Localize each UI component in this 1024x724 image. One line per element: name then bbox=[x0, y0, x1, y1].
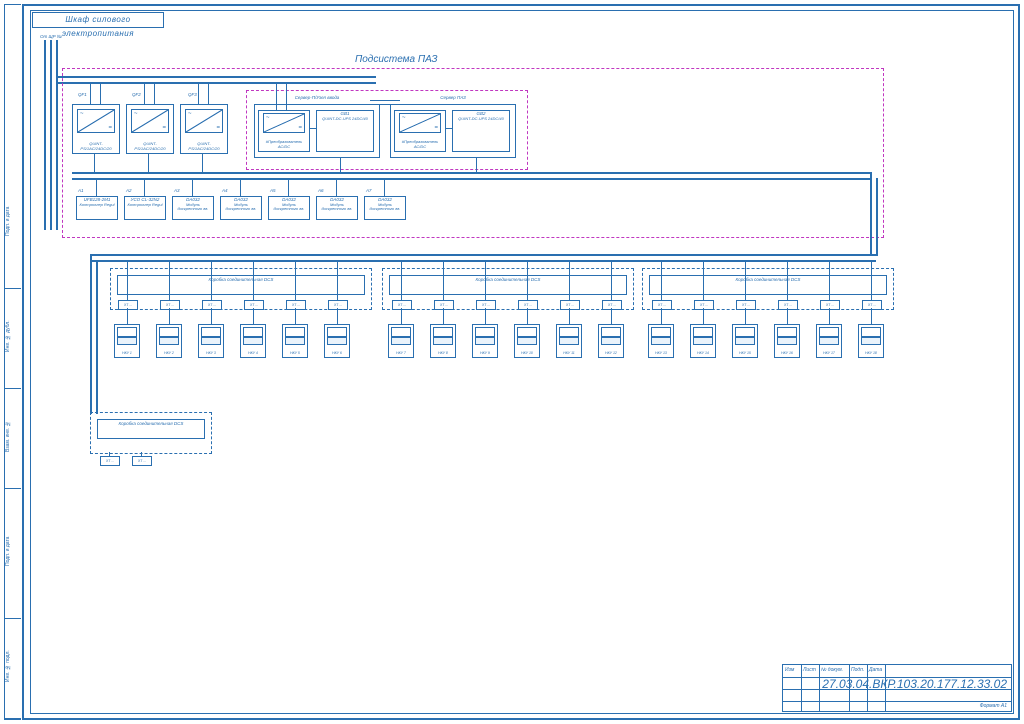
terminal-xt14: XT… bbox=[694, 300, 714, 310]
busbar-l2 bbox=[50, 40, 52, 230]
drive-m2: НКУ 2 bbox=[156, 324, 182, 358]
drive-m1: НКУ 1 bbox=[114, 324, 140, 358]
converter-g1: ~= QUINT-PS/1AC/24DC/20 bbox=[72, 104, 120, 154]
battery-gb1: GB1 QUINT-DC-UPS 24DC/40 bbox=[316, 110, 374, 152]
drive-m13: НКУ 13 bbox=[648, 324, 674, 358]
breaker-qf1: QF1 bbox=[78, 92, 87, 97]
io-module-a2: УСО CL-32N2Контроллер Regul bbox=[124, 196, 166, 220]
busbar-l3 bbox=[56, 40, 58, 230]
title-block: 27.03.04.ВКР.103.20.177.12.33.02 Изм Лис… bbox=[782, 664, 1012, 712]
subsystem-paz-label: Подсистема ПАЗ bbox=[355, 54, 438, 65]
drive-m18: НКУ 18 bbox=[858, 324, 884, 358]
terminal-xt7: XT… bbox=[392, 300, 412, 310]
converter-g2: ~= QUINT-PS/1AC/24DC/20 bbox=[126, 104, 174, 154]
tab-sign-date-2: Подп. и дата bbox=[5, 154, 21, 289]
terminal-xt17: XT… bbox=[820, 300, 840, 310]
drive-m14: НКУ 14 bbox=[690, 324, 716, 358]
terminal-xt11: XT… bbox=[560, 300, 580, 310]
tab-sign-date-1: Подп. и дата bbox=[5, 484, 21, 619]
converter-g4: ~= #Преобразователь АС/DC bbox=[258, 110, 310, 152]
terminal-xt20: XT… bbox=[132, 456, 152, 466]
junction-box-3: Коробка соединительная DCS bbox=[642, 268, 894, 310]
left-margin-tabs: Инв. № подл. Подп. и дата Взам. инв. № И… bbox=[4, 4, 21, 720]
drawing-sheet: Инв. № подл. Подп. и дата Взам. инв. № И… bbox=[0, 0, 1024, 724]
tab-inv-podl: Инв. № подл. bbox=[5, 614, 21, 719]
converter-g5: ~= #Преобразователь АС/DC bbox=[394, 110, 446, 152]
io-module-a7: DA032Модуль дискретного вв. bbox=[364, 196, 406, 220]
field-bus-b bbox=[90, 260, 876, 262]
drive-m9: НКУ 9 bbox=[472, 324, 498, 358]
terminal-xt2: XT… bbox=[160, 300, 180, 310]
drive-m4: НКУ 4 bbox=[240, 324, 266, 358]
panel-title: Шкаф силового электропитания bbox=[32, 12, 164, 28]
drive-m16: НКУ 16 bbox=[774, 324, 800, 358]
terminal-xt3: XT… bbox=[202, 300, 222, 310]
terminal-xt9: XT… bbox=[476, 300, 496, 310]
io-module-a4: DA032Модуль дискретного вв. bbox=[220, 196, 262, 220]
terminal-xt4: XT… bbox=[244, 300, 264, 310]
junction-box-2: Коробка соединительная DCS bbox=[382, 268, 634, 310]
converter-g3: ~= QUINT-PS/1AC/24DC/20 bbox=[180, 104, 228, 154]
drive-m7: НКУ 7 bbox=[388, 324, 414, 358]
io-module-a6: DA032Модуль дискретного вв. bbox=[316, 196, 358, 220]
terminal-xt18: XT… bbox=[862, 300, 882, 310]
input-feed-label: От ЩР № bbox=[40, 34, 62, 39]
tab-vzam: Взам. инв. № bbox=[5, 384, 21, 489]
busbar-l1 bbox=[44, 40, 46, 230]
breaker-qf3: QF3 bbox=[188, 92, 197, 97]
breaker-qf2: QF2 bbox=[132, 92, 141, 97]
drive-m17: НКУ 17 bbox=[816, 324, 842, 358]
terminal-xt15: XT… bbox=[736, 300, 756, 310]
drive-m12: НКУ 12 bbox=[598, 324, 624, 358]
tab-inv-dubl: Инв. № дубл. bbox=[5, 284, 21, 389]
terminal-xt12: XT… bbox=[602, 300, 622, 310]
format-note: Формат А1 bbox=[980, 703, 1007, 709]
drive-m11: НКУ 11 bbox=[556, 324, 582, 358]
io-module-a3: DA032Модуль дискретного вв. bbox=[172, 196, 214, 220]
io-module-a5: DA032Модуль дискретного вв. bbox=[268, 196, 310, 220]
dc-bus-a bbox=[72, 172, 872, 174]
drive-m8: НКУ 8 bbox=[430, 324, 456, 358]
terminal-xt10: XT… bbox=[518, 300, 538, 310]
battery-gb2: GB2 QUINT-DC-UPS 24DC/40 bbox=[452, 110, 510, 152]
field-bus-a bbox=[90, 254, 876, 256]
terminal-xt8: XT… bbox=[434, 300, 454, 310]
terminal-xt16: XT… bbox=[778, 300, 798, 310]
drive-m15: НКУ 15 bbox=[732, 324, 758, 358]
terminal-xt13: XT… bbox=[652, 300, 672, 310]
terminal-xt6: XT… bbox=[328, 300, 348, 310]
drawing-number: 27.03.04.ВКР.103.20.177.12.33.02 bbox=[822, 677, 1007, 691]
drive-m6: НКУ 6 bbox=[324, 324, 350, 358]
terminal-xt5: XT… bbox=[286, 300, 306, 310]
terminal-xt19: XT… bbox=[100, 456, 120, 466]
drive-m3: НКУ 3 bbox=[198, 324, 224, 358]
io-module-a1: UFB128-2M1Контроллер Regul bbox=[76, 196, 118, 220]
terminal-xt1: XT… bbox=[118, 300, 138, 310]
drive-m5: НКУ 5 bbox=[282, 324, 308, 358]
junction-box-4: Коробка соединительная DCS bbox=[90, 412, 212, 454]
drive-m10: НКУ 10 bbox=[514, 324, 540, 358]
